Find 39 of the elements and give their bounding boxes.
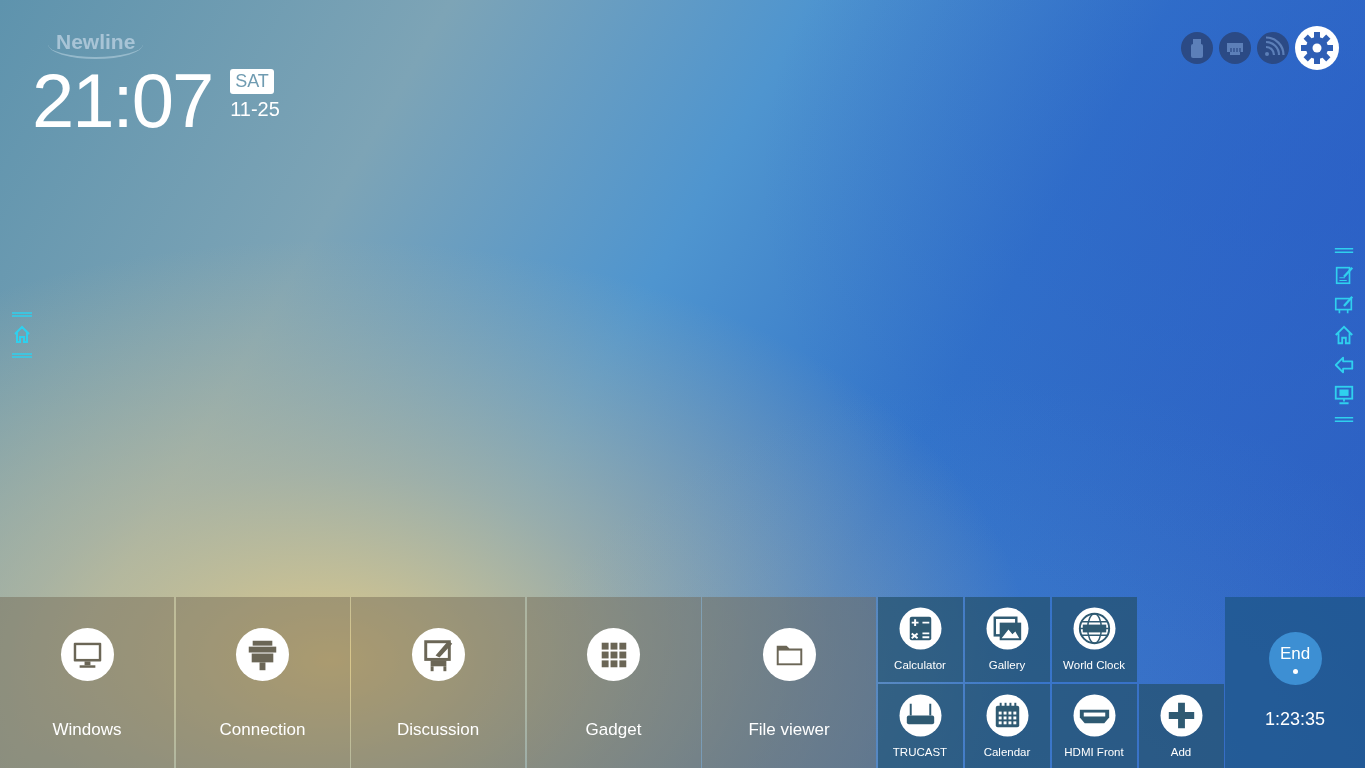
settings-icon[interactable] [1295, 26, 1339, 70]
app-tile[interactable]: Add [1138, 683, 1224, 768]
pc-monitor-icon[interactable] [1333, 384, 1355, 406]
menu-icon[interactable] [1333, 245, 1355, 256]
clock-time: 21:07 [32, 63, 213, 139]
folder-icon [761, 627, 817, 682]
end-button[interactable]: End [1268, 632, 1322, 685]
app-tile[interactable]: Calculator [877, 597, 963, 682]
note-edit-icon[interactable] [1333, 264, 1355, 286]
router-icon [898, 693, 942, 737]
calendar-icon [985, 693, 1029, 737]
app-tile[interactable]: World Clock [1051, 597, 1137, 682]
whiteboard-icon[interactable] [1333, 294, 1355, 316]
whiteboard-icon [410, 627, 466, 682]
network-icon[interactable] [1219, 32, 1251, 64]
app-tile[interactable]: Gallery [964, 597, 1050, 682]
usb-icon[interactable] [1181, 32, 1213, 64]
projector-icon [235, 627, 290, 682]
logo-text: Newline [48, 30, 144, 59]
globe-icon [1072, 607, 1116, 650]
session-timer: 1:23:35 [1264, 709, 1326, 730]
menu-icon[interactable] [1333, 414, 1355, 425]
pictures-icon [985, 607, 1029, 650]
monitor-icon [59, 627, 115, 682]
back-arrow-icon[interactable] [1333, 354, 1355, 376]
plus-icon [1159, 693, 1203, 737]
app-tile[interactable]: TRUCAST [877, 683, 963, 768]
wireless-icon[interactable] [1257, 32, 1289, 64]
home-sidebar-icon[interactable] [10, 310, 34, 360]
app-tile[interactable]: File viewer [702, 597, 876, 768]
app-tile[interactable]: HDMI Front [1051, 683, 1137, 768]
app-tile[interactable]: Calendar [964, 683, 1050, 768]
hdmi-port-icon [1072, 693, 1116, 737]
app-tile[interactable]: Gadget [526, 597, 701, 768]
date-text: 11-25 [230, 98, 280, 121]
calculator-icon [898, 607, 942, 650]
weekday-badge: SAT [230, 69, 274, 94]
home-icon[interactable] [1333, 324, 1355, 346]
grid-icon [586, 627, 641, 682]
